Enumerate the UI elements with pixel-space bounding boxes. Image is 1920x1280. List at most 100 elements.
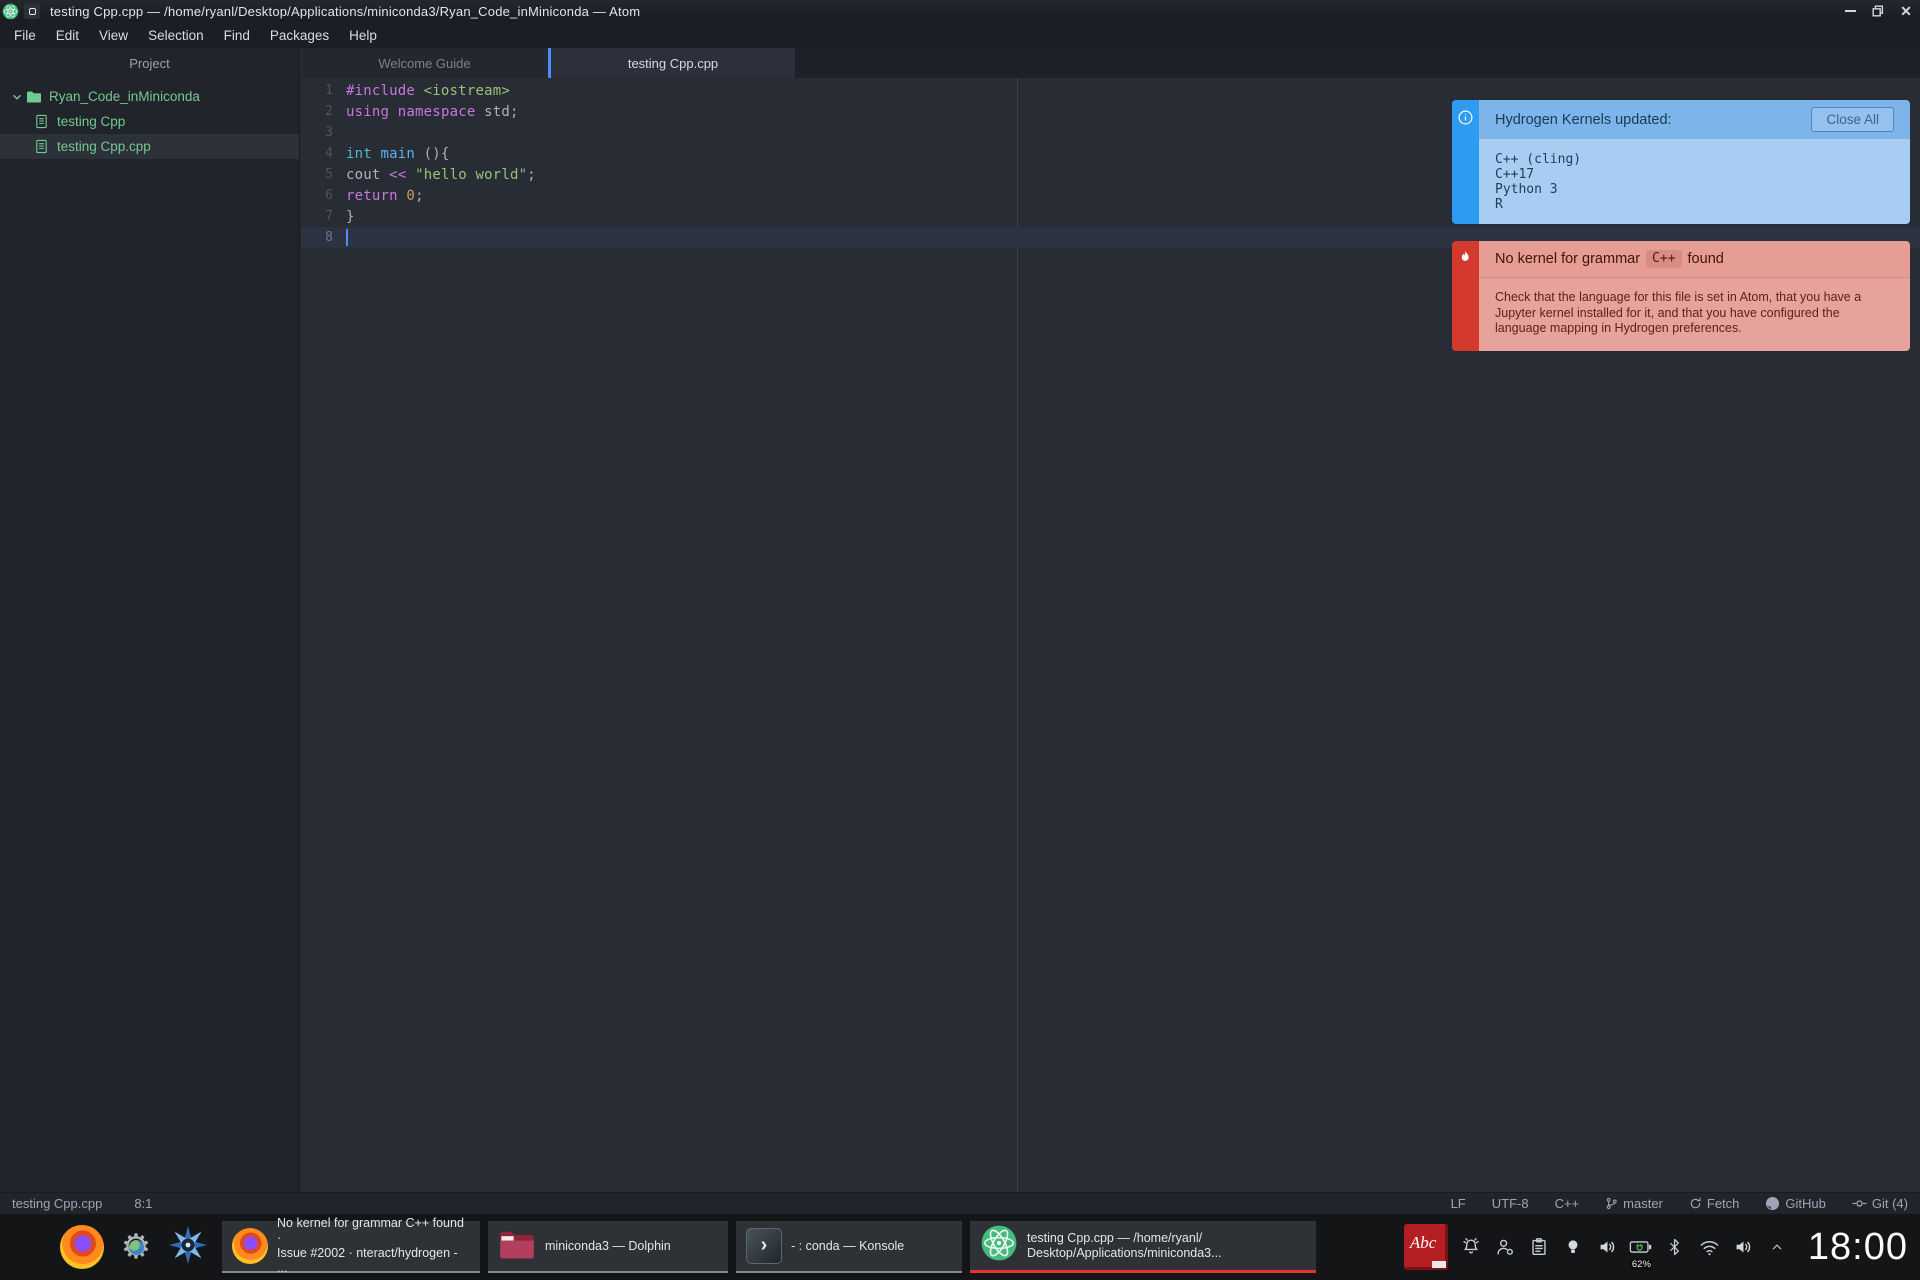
menu-item-packages[interactable]: Packages [260, 24, 339, 47]
launcher-firefox[interactable] [60, 1225, 104, 1269]
maximize-icon[interactable] [1870, 3, 1886, 19]
line-number: 7 [325, 209, 333, 224]
code-line-1[interactable]: 1 #include <iostream> [301, 80, 1920, 101]
task-title: - : conda — Konsole [791, 1238, 905, 1253]
close-icon[interactable]: ✕ [1898, 3, 1914, 19]
compass-icon [168, 1225, 208, 1270]
line-number: 8 [325, 230, 333, 245]
tree-item-label: testing Cpp [57, 114, 126, 129]
status-fetch[interactable]: Fetch [1689, 1196, 1740, 1211]
status-cursor-position[interactable]: 8:1 [134, 1196, 152, 1211]
volume2-icon[interactable] [1731, 1227, 1756, 1267]
task-konsole[interactable]: › - : conda — Konsole [736, 1221, 962, 1273]
kernel-line: Python 3 [1495, 182, 1558, 197]
bulb-icon[interactable] [1561, 1227, 1586, 1267]
tree-item-testing-cpp[interactable]: testing Cpp [0, 109, 299, 134]
tree-item-ryan-code-inminiconda[interactable]: Ryan_Code_inMiniconda [0, 84, 299, 109]
volume-icon[interactable] [1595, 1227, 1620, 1267]
error-notification-body: Check that the language for this file is… [1479, 278, 1910, 351]
bell-icon[interactable] [1459, 1227, 1484, 1267]
menu-item-selection[interactable]: Selection [138, 24, 214, 47]
line-number: 6 [325, 188, 333, 203]
minimize-icon[interactable] [1842, 3, 1858, 19]
settings-icon: ⚙ [118, 1229, 154, 1265]
menu-item-help[interactable]: Help [339, 24, 387, 47]
tab-testing-cpp-cpp[interactable]: testing Cpp.cpp [548, 48, 795, 78]
menu-item-view[interactable]: View [89, 24, 138, 47]
user-icon[interactable] [1493, 1227, 1518, 1267]
close-all-button[interactable]: Close All [1811, 107, 1894, 132]
flame-icon [1452, 241, 1479, 351]
tree-item-label: Ryan_Code_inMiniconda [49, 89, 200, 104]
status-github[interactable]: GitHub [1765, 1196, 1826, 1211]
title-bar: testing Cpp.cpp — /home/ryanl/Desktop/Ap… [0, 0, 1920, 22]
status-git-4[interactable]: Git (4) [1852, 1196, 1908, 1211]
status-c[interactable]: C++ [1555, 1196, 1580, 1211]
menu-bar: File Edit View Selection Find Packages Help [0, 22, 1920, 48]
status-label: Fetch [1706, 1196, 1740, 1211]
dictionary-icon[interactable]: Abc [1402, 1224, 1450, 1270]
window-menu-icon[interactable] [24, 3, 40, 19]
tab-welcome-guide[interactable]: Welcome Guide [301, 48, 548, 78]
status-file-name: testing Cpp.cpp [12, 1196, 103, 1211]
tab-label: Welcome Guide [378, 55, 471, 71]
github-icon [1765, 1196, 1780, 1211]
dolphin-icon [498, 1227, 536, 1266]
tree-item-testing-cpp-cpp[interactable]: testing Cpp.cpp [0, 134, 299, 159]
tree-item-label: testing Cpp.cpp [57, 139, 151, 154]
task-title: miniconda3 — Dolphin [545, 1238, 671, 1253]
menu-item-edit[interactable]: Edit [46, 24, 89, 47]
task-atom[interactable]: testing Cpp.cpp — /home/ryanl/Desktop/Ap… [970, 1221, 1316, 1273]
kernel-list: C++ (cling) C++17 Python 3R [1479, 139, 1910, 224]
line-number: 2 [325, 104, 333, 119]
status-utf-8[interactable]: UTF-8 [1492, 1196, 1529, 1211]
tree-items: Ryan_Code_inMinicondatesting Cpp testing … [0, 84, 299, 159]
launcher-settings[interactable]: ⚙ [118, 1229, 154, 1265]
menu-item-file[interactable]: File [4, 24, 46, 47]
info-notification-title: Hydrogen Kernels updated: [1495, 111, 1672, 128]
screen: testing Cpp.cpp — /home/ryanl/Desktop/Ap… [0, 0, 1920, 1280]
task-title: testing Cpp.cpp — /home/ryanl/Desktop/Ap… [1027, 1230, 1222, 1260]
grammar-chip: C++ [1646, 250, 1682, 268]
wifi-icon[interactable] [1697, 1227, 1722, 1267]
status-master[interactable]: master [1605, 1196, 1663, 1211]
notifications: Hydrogen Kernels updated: Close All C++ … [1452, 100, 1910, 368]
code-text: } [346, 208, 355, 225]
line-number: 1 [325, 83, 333, 98]
status-bar: testing Cpp.cpp 8:1 LF UTF-8 C++ master Fetc… [0, 1192, 1920, 1214]
konsole-icon: › [746, 1228, 782, 1264]
kernel-line: R [1495, 197, 1503, 212]
code-text: int main (){ [346, 145, 450, 162]
clipboard-icon[interactable] [1527, 1227, 1552, 1267]
battery-icon[interactable]: 62% [1629, 1227, 1654, 1270]
error-notification-title: No kernel for grammar C++ found [1479, 241, 1910, 278]
launcher-compass[interactable] [168, 1225, 208, 1270]
status-label: UTF-8 [1491, 1196, 1529, 1211]
task-dolphin[interactable]: miniconda3 — Dolphin [488, 1221, 728, 1273]
atom-logo-icon [2, 3, 19, 20]
code-text: cout << "hello world"; [346, 166, 536, 183]
atom-icon [980, 1224, 1018, 1267]
bluetooth-icon[interactable] [1663, 1227, 1688, 1267]
menu-item-find[interactable]: Find [214, 24, 260, 47]
chevron-up-icon[interactable] [1765, 1227, 1790, 1267]
line-number: 5 [325, 167, 333, 182]
code-text: #include <iostream> [346, 82, 510, 99]
taskbar: ⚙ No kernel for grammar C++ found ·Issue… [0, 1214, 1920, 1280]
status-lf[interactable]: LF [1451, 1196, 1466, 1211]
line-number: 3 [325, 125, 333, 140]
firefox-icon [60, 1225, 104, 1269]
clock[interactable]: 18:00 [1808, 1226, 1908, 1269]
status-label: LF [1450, 1196, 1466, 1211]
tree-view: Project Ryan_Code_inMiniconda testing Cpp… [0, 48, 300, 1192]
task-title: No kernel for grammar C++ found · Issue #… [277, 1216, 464, 1275]
branch-icon [1605, 1197, 1618, 1210]
status-label: GitHub [1785, 1196, 1826, 1211]
chevron-down-icon[interactable] [10, 90, 24, 104]
code-text [346, 229, 348, 246]
text-cursor [346, 229, 348, 246]
kernel-line: C++ (cling) [1495, 152, 1582, 167]
code-text: using namespace std; [346, 103, 519, 120]
status-label: master [1623, 1196, 1663, 1211]
task-firefox[interactable]: No kernel for grammar C++ found · Issue #… [222, 1216, 480, 1275]
